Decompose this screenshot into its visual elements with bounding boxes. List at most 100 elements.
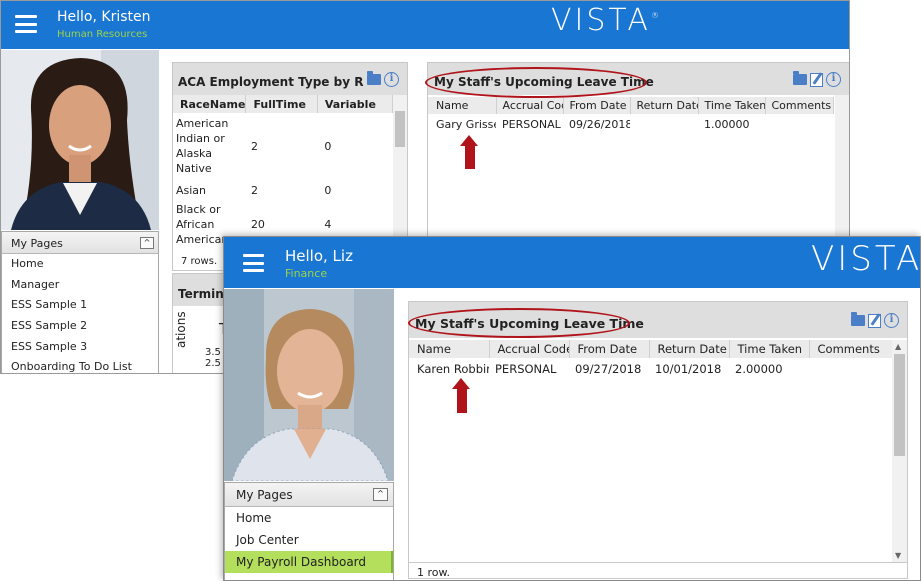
comments-cell xyxy=(809,358,893,380)
table-row[interactable]: Karen Robbir PERSONAL 09/27/2018 10/01/2… xyxy=(409,358,893,380)
vista-logo[interactable]: VISTA® xyxy=(551,3,659,38)
folder-icon[interactable] xyxy=(851,312,865,326)
edit-icon[interactable] xyxy=(810,72,823,87)
chart-axis-label: ations xyxy=(174,311,188,348)
page-link-home[interactable]: Home xyxy=(2,254,158,275)
collapse-toggle-icon[interactable]: ^ xyxy=(373,488,388,501)
table-row[interactable]: Asian 2 0 xyxy=(173,179,393,201)
race-cell-line: Alaska xyxy=(176,147,212,160)
accrual-cell: PERSONAL xyxy=(502,117,561,131)
column-header-from-date[interactable]: From Date xyxy=(563,97,631,114)
column-header-accrual-code[interactable]: Accrual Code xyxy=(496,97,564,114)
user-photo xyxy=(224,289,394,481)
chart-tick-label: 3.5 xyxy=(205,347,221,358)
page-link-ess-sample-3[interactable]: ESS Sample 3 xyxy=(2,337,158,358)
aca-panel-title: ACA Employment Type by R xyxy=(178,75,364,89)
variable-cell: 0 xyxy=(324,183,332,197)
table-row[interactable]: Gary Grisse PERSONAL 09/26/2018 1.00000 xyxy=(428,114,833,134)
leave-panel-actions: i xyxy=(851,312,899,328)
user-department: Finance xyxy=(285,267,328,280)
page-link-home[interactable]: Home xyxy=(225,507,393,529)
page-link-job-center[interactable]: Job Center xyxy=(225,529,393,551)
folder-icon[interactable] xyxy=(793,71,807,85)
aca-table: RaceName FullTime Variable American Indi… xyxy=(173,95,394,247)
return-date-cell: 10/01/2018 xyxy=(655,362,722,376)
staff-leave-panel: My Staff's Upcoming Leave Time i Name Ac… xyxy=(408,301,908,579)
page-link-manager[interactable]: Manager xyxy=(2,275,158,296)
user-greeting: Hello, Liz xyxy=(285,247,353,265)
name-cell: Gary Grisse xyxy=(436,117,496,131)
info-icon[interactable]: i xyxy=(826,72,841,87)
column-header-name[interactable]: Name xyxy=(409,340,490,358)
page-link-ess-sample-1[interactable]: ESS Sample 1 xyxy=(2,295,158,316)
race-cell-line: African xyxy=(176,217,215,231)
my-pages-panel: My Pages ^ Home Job Center My Payroll Da… xyxy=(224,482,394,580)
highlight-oval xyxy=(425,67,647,98)
my-pages-panel: My Pages ^ Home Manager ESS Sample 1 ESS… xyxy=(1,231,159,373)
aca-panel-actions: i xyxy=(367,71,399,87)
column-header-comments[interactable]: Comments xyxy=(809,340,894,358)
column-header-fulltime[interactable]: FullTime xyxy=(245,95,318,113)
leave-scrollbar[interactable]: ▲ ▼ xyxy=(892,340,907,562)
name-cell: Karen Robbir xyxy=(417,362,489,376)
app-header: Hello, Kristen Human Resources VISTA® xyxy=(1,1,849,49)
column-header-return-date[interactable]: Return Date xyxy=(649,340,730,358)
fulltime-cell: 2 xyxy=(250,183,258,197)
leave-table: Name Accrual Code From Date Return Date … xyxy=(428,97,834,134)
column-header-return-date[interactable]: Return Date xyxy=(630,97,699,114)
from-date-cell: 09/26/2018 xyxy=(569,117,630,131)
page-link-onboarding[interactable]: Onboarding To Do List xyxy=(2,357,158,373)
comments-cell xyxy=(765,114,833,134)
scroll-down-icon[interactable]: ▼ xyxy=(895,551,901,560)
user-department: Human Resources xyxy=(57,29,148,40)
table-row[interactable]: American Indian or Alaska Native 2 0 xyxy=(173,113,393,179)
column-header-racename[interactable]: RaceName xyxy=(173,95,247,113)
time-taken-cell: 2.00000 xyxy=(735,362,783,376)
column-header-time-taken[interactable]: Time Taken xyxy=(729,340,810,358)
race-cell: American Indian or Alaska Native xyxy=(173,113,246,179)
race-cell-line: Native xyxy=(176,162,212,175)
accrual-cell: PERSONAL xyxy=(495,362,557,376)
time-taken-cell: 1.00000 xyxy=(704,117,750,131)
column-header-variable[interactable]: Variable xyxy=(317,95,394,113)
scrollbar-thumb[interactable] xyxy=(894,354,905,456)
page-link-ess-sample-2[interactable]: ESS Sample 2 xyxy=(2,316,158,337)
return-date-cell xyxy=(630,114,698,134)
my-pages-header: My Pages ^ xyxy=(225,483,393,507)
race-cell-line: Asian xyxy=(176,183,207,197)
registered-mark: ® xyxy=(650,11,659,20)
column-header-time-taken[interactable]: Time Taken xyxy=(698,97,766,114)
my-pages-title: My Pages xyxy=(236,488,293,502)
folder-icon[interactable] xyxy=(367,71,381,85)
red-arrow-icon xyxy=(460,135,480,169)
my-pages-title: My Pages xyxy=(11,237,63,250)
aca-scrollbar[interactable] xyxy=(393,95,407,240)
fulltime-cell: 2 xyxy=(250,139,258,153)
hamburger-menu-icon[interactable] xyxy=(15,15,37,33)
user-greeting: Hello, Kristen xyxy=(57,9,151,25)
info-icon[interactable]: i xyxy=(384,72,399,87)
info-icon[interactable]: i xyxy=(884,313,899,328)
variable-cell: 0 xyxy=(324,139,332,153)
page-link-my-payroll-dashboard[interactable]: My Payroll Dashboard xyxy=(225,551,393,573)
aca-row-count: 7 rows. xyxy=(181,256,218,267)
column-header-comments[interactable]: Comments xyxy=(765,97,834,114)
leave-panel-actions: i xyxy=(793,71,841,87)
scrollbar-thumb[interactable] xyxy=(395,111,405,147)
column-header-from-date[interactable]: From Date xyxy=(569,340,650,358)
column-header-name[interactable]: Name xyxy=(428,97,497,114)
from-date-cell: 09/27/2018 xyxy=(575,362,642,376)
hamburger-menu-icon[interactable] xyxy=(243,254,264,272)
column-header-accrual-code[interactable]: Accrual Code xyxy=(489,340,570,358)
highlight-oval xyxy=(408,308,630,338)
leave-row-count: 1 row. xyxy=(417,566,450,579)
leave-table: Name Accrual Code From Date Return Date … xyxy=(409,340,894,380)
collapse-toggle-icon[interactable]: ^ xyxy=(140,237,154,249)
race-cell-line: Black or xyxy=(176,202,221,216)
red-arrow-icon xyxy=(452,378,472,413)
chart-tick-label: 2.5 xyxy=(205,358,221,369)
edit-icon[interactable] xyxy=(868,313,881,328)
vista-logo[interactable]: VISTA xyxy=(811,239,920,279)
race-cell-line: American xyxy=(176,117,229,130)
scroll-up-icon[interactable]: ▲ xyxy=(895,342,901,351)
